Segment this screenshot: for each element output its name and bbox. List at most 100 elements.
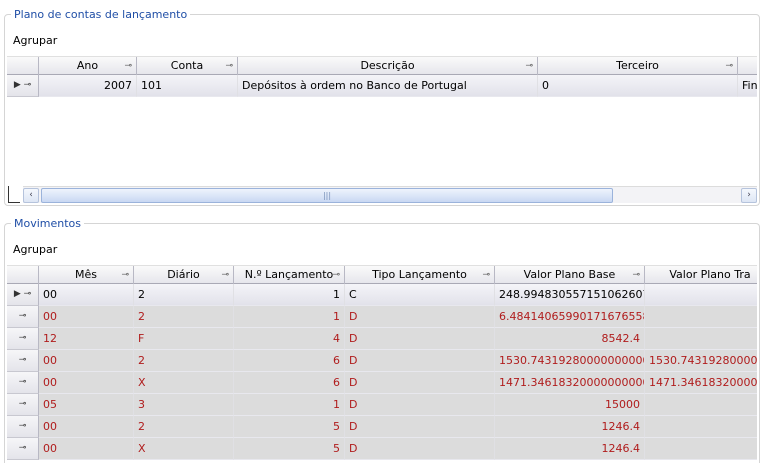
- cell-valor-tra[interactable]: [645, 328, 757, 350]
- cell-valor-base[interactable]: 8542.4: [495, 328, 645, 350]
- cell-numero[interactable]: 6: [234, 372, 345, 394]
- grid-header: Mês ⊸ Diário ⊸ N.º Lançamento ⊸ Tipo Lançam…: [7, 265, 757, 285]
- cell-numero[interactable]: 1: [234, 284, 345, 306]
- table-row[interactable]: ⊸00X6D1471.34618320000000000001471.34618…: [7, 372, 757, 394]
- cell-mes[interactable]: 00: [39, 372, 134, 394]
- table-row[interactable]: ⊸ 00 2 5 D 1246.4: [7, 416, 757, 438]
- cell-mes[interactable]: 00: [39, 350, 134, 372]
- cell-valor-base[interactable]: 6.48414065990171676558 81: [495, 306, 645, 328]
- cell-tipo[interactable]: D: [345, 438, 495, 460]
- column-header-valor-base[interactable]: Valor Plano Base ⊸: [495, 266, 645, 285]
- cell-valor-tra[interactable]: 1471.34618320000000: [645, 372, 757, 394]
- table-row[interactable]: ▶ ⊸ 2007 101 Depósitos à ordem no Banco …: [7, 75, 757, 97]
- cell-mes[interactable]: 00: [39, 284, 134, 306]
- cell-tipo[interactable]: D: [345, 306, 495, 328]
- pin-icon[interactable]: ⊸: [7, 416, 39, 438]
- cell-valor-base[interactable]: 15000: [495, 394, 645, 416]
- cell-descricao[interactable]: Depósitos à ordem no Banco de Portugal: [238, 75, 538, 97]
- pin-icon[interactable]: ⊸: [121, 266, 129, 284]
- pin-icon[interactable]: ⊸: [482, 266, 490, 284]
- cell-numero[interactable]: 5: [234, 416, 345, 438]
- pin-icon[interactable]: ⊸: [725, 57, 733, 75]
- cell-numero[interactable]: 1: [234, 306, 345, 328]
- cell-valor-tra[interactable]: [645, 394, 757, 416]
- pin-icon[interactable]: ⊸: [124, 57, 132, 75]
- cell-diario[interactable]: 2: [134, 350, 234, 372]
- pin-icon[interactable]: ⊸: [332, 266, 340, 284]
- cell-diario[interactable]: 2: [134, 284, 234, 306]
- group-by-label[interactable]: Agrupar: [13, 34, 57, 47]
- pin-icon[interactable]: ⊸: [221, 266, 229, 284]
- cell-diario[interactable]: 3: [134, 394, 234, 416]
- cell-valor-tra[interactable]: 1530.74319280000000: [645, 350, 757, 372]
- column-header-tipo[interactable]: Tipo Lançamento ⊸: [345, 266, 495, 285]
- chevron-left-icon[interactable]: ‹: [23, 188, 39, 203]
- pin-icon[interactable]: ⊸: [7, 306, 39, 328]
- column-header-ano[interactable]: Ano ⊸: [39, 57, 137, 76]
- cell-valor-base[interactable]: 1246.4: [495, 416, 645, 438]
- cell-terceiro[interactable]: 0: [538, 75, 738, 97]
- cell-valor-base[interactable]: 1246.4: [495, 438, 645, 460]
- pin-icon[interactable]: ⊸: [632, 266, 640, 284]
- cell-diario[interactable]: X: [134, 372, 234, 394]
- pin-icon[interactable]: ⊸: [7, 350, 39, 372]
- cell-valor-tra[interactable]: [645, 416, 757, 438]
- column-header-extra[interactable]: [738, 57, 757, 76]
- horizontal-scrollbar[interactable]: ‹ ||| ›: [23, 186, 757, 203]
- cell-tipo[interactable]: D: [345, 350, 495, 372]
- column-header-descricao[interactable]: Descrição ⊸: [238, 57, 538, 76]
- cell-diario[interactable]: 2: [134, 416, 234, 438]
- column-header-numero[interactable]: N.º Lançamento ⊸: [234, 266, 345, 285]
- group-by-label[interactable]: Agrupar: [13, 243, 57, 256]
- cell-valor-base[interactable]: 1530.7431928000000000000: [495, 350, 645, 372]
- cell-mes[interactable]: 00: [39, 306, 134, 328]
- cell-ano[interactable]: 2007: [39, 75, 137, 97]
- pin-icon[interactable]: ⊸: [7, 372, 39, 394]
- pin-icon[interactable]: ⊸: [7, 394, 39, 416]
- cell-valor-tra[interactable]: [645, 284, 757, 306]
- cell-tipo[interactable]: D: [345, 394, 495, 416]
- header-corner: [7, 57, 39, 76]
- row-pointer-icon[interactable]: ▶ ⊸: [7, 75, 39, 97]
- column-header-valor-tra[interactable]: Valor Plano Tra: [645, 266, 757, 285]
- column-header-diario[interactable]: Diário ⊸: [134, 266, 234, 285]
- cell-mes[interactable]: 05: [39, 394, 134, 416]
- table-row[interactable]: ⊸ 00 X 5 D 1246.4: [7, 438, 757, 460]
- cell-valor-base[interactable]: 1471.3461832000000000000: [495, 372, 645, 394]
- cell-diario[interactable]: 2: [134, 306, 234, 328]
- cell-valor-tra[interactable]: [645, 438, 757, 460]
- cell-diario[interactable]: X: [134, 438, 234, 460]
- chevron-right-icon[interactable]: ›: [741, 188, 757, 203]
- cell-valor-base[interactable]: 248.99483055715106260769: [495, 284, 645, 306]
- cell-mes[interactable]: 00: [39, 416, 134, 438]
- cell-tipo[interactable]: C: [345, 284, 495, 306]
- cell-numero[interactable]: 5: [234, 438, 345, 460]
- cell-numero[interactable]: 6: [234, 350, 345, 372]
- table-row[interactable]: ⊸0026D1530.74319280000000000001530.74319…: [7, 350, 757, 372]
- column-header-conta[interactable]: Conta ⊸: [137, 57, 238, 76]
- pin-icon[interactable]: ⊸: [7, 438, 39, 460]
- column-header-terceiro[interactable]: Terceiro ⊸: [538, 57, 738, 76]
- pin-icon[interactable]: ⊸: [7, 328, 39, 350]
- panel-title: Plano de contas de lançamento: [11, 8, 191, 21]
- pin-icon[interactable]: ⊸: [525, 57, 533, 75]
- cell-tipo[interactable]: D: [345, 328, 495, 350]
- column-header-mes[interactable]: Mês ⊸: [39, 266, 134, 285]
- cell-mes[interactable]: 12: [39, 328, 134, 350]
- table-row[interactable]: ⊸0021D6.48414065990171676558 81: [7, 306, 757, 328]
- table-row[interactable]: ⊸ 12 F 4 D 8542.4: [7, 328, 757, 350]
- cell-diario[interactable]: F: [134, 328, 234, 350]
- cell-tipo[interactable]: D: [345, 416, 495, 438]
- table-row[interactable]: ⊸ 05 3 1 D 15000: [7, 394, 757, 416]
- cell-numero[interactable]: 1: [234, 394, 345, 416]
- cell-mes[interactable]: 00: [39, 438, 134, 460]
- cell-tipo[interactable]: D: [345, 372, 495, 394]
- table-row[interactable]: ▶ ⊸0021C248.99483055715106260769: [7, 284, 757, 306]
- pin-icon[interactable]: ⊸: [225, 57, 233, 75]
- cell-valor-tra[interactable]: [645, 306, 757, 328]
- scroll-thumb[interactable]: |||: [41, 188, 613, 203]
- row-pointer-icon[interactable]: ▶ ⊸: [7, 284, 39, 306]
- cell-extra[interactable]: Fina: [738, 75, 757, 97]
- cell-numero[interactable]: 4: [234, 328, 345, 350]
- cell-conta[interactable]: 101: [137, 75, 238, 97]
